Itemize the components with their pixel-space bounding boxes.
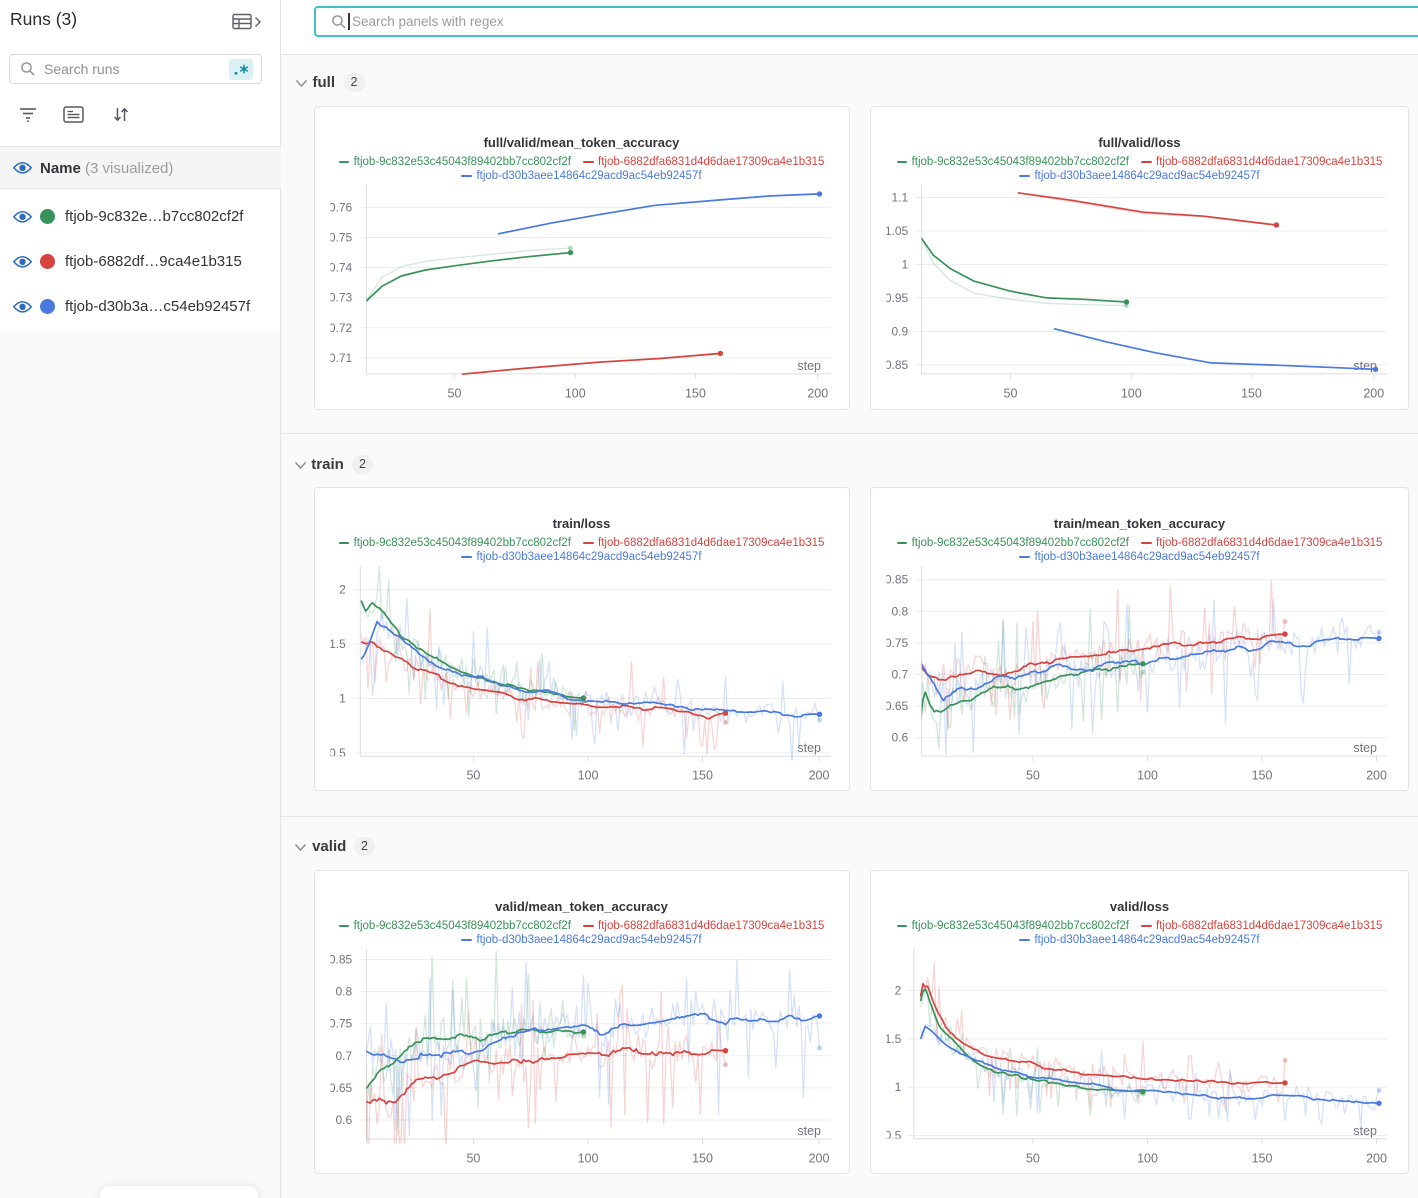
svg-text:50: 50 <box>1004 386 1018 400</box>
svg-text:0.76: 0.76 <box>328 200 352 214</box>
svg-text:100: 100 <box>1137 1151 1158 1165</box>
svg-text:50: 50 <box>466 1152 480 1166</box>
svg-text:2: 2 <box>895 984 902 998</box>
svg-text:step: step <box>1353 741 1377 755</box>
svg-text:0.75: 0.75 <box>328 1017 352 1031</box>
svg-text:100: 100 <box>577 1152 598 1166</box>
svg-text:150: 150 <box>1252 1151 1273 1165</box>
svg-text:0.95: 0.95 <box>885 291 909 305</box>
svg-text:200: 200 <box>1366 1151 1387 1165</box>
svg-text:50: 50 <box>1026 769 1040 783</box>
svg-text:1.5: 1.5 <box>885 1032 902 1046</box>
svg-text:0.75: 0.75 <box>885 636 909 650</box>
svg-text:0.85: 0.85 <box>885 358 909 372</box>
svg-text:100: 100 <box>1137 769 1158 783</box>
svg-text:100: 100 <box>577 769 598 783</box>
svg-text:step: step <box>797 1124 821 1138</box>
svg-text:200: 200 <box>1363 386 1384 400</box>
svg-text:0.9: 0.9 <box>892 324 909 338</box>
svg-text:0.65: 0.65 <box>328 1081 352 1095</box>
svg-text:1.1: 1.1 <box>892 191 909 205</box>
svg-text:0.74: 0.74 <box>328 261 352 275</box>
svg-text:150: 150 <box>1252 769 1273 783</box>
svg-text:0.6: 0.6 <box>335 1113 352 1127</box>
svg-text:1.5: 1.5 <box>329 637 346 651</box>
svg-text:0.8: 0.8 <box>892 604 909 618</box>
svg-text:200: 200 <box>808 1152 829 1166</box>
svg-text:0.85: 0.85 <box>885 573 909 587</box>
svg-text:0.71: 0.71 <box>328 351 352 365</box>
svg-text:0.65: 0.65 <box>885 699 909 713</box>
svg-text:150: 150 <box>692 769 713 783</box>
svg-text:100: 100 <box>1121 386 1142 400</box>
svg-text:50: 50 <box>1026 1151 1040 1165</box>
svg-text:0.7: 0.7 <box>335 1049 352 1063</box>
svg-text:0.72: 0.72 <box>328 321 352 335</box>
svg-text:50: 50 <box>447 386 461 400</box>
svg-text:1: 1 <box>895 1080 902 1094</box>
svg-text:0.6: 0.6 <box>892 731 909 745</box>
svg-text:0.85: 0.85 <box>328 953 352 967</box>
svg-text:150: 150 <box>1241 386 1262 400</box>
svg-text:100: 100 <box>564 386 585 400</box>
svg-text:0.75: 0.75 <box>328 231 352 245</box>
svg-text:200: 200 <box>1366 769 1387 783</box>
svg-text:200: 200 <box>807 386 828 400</box>
svg-text:0.5: 0.5 <box>329 746 346 760</box>
svg-text:150: 150 <box>684 386 705 400</box>
svg-text:0.8: 0.8 <box>335 985 352 999</box>
svg-text:150: 150 <box>692 1152 713 1166</box>
svg-text:1: 1 <box>902 258 909 272</box>
svg-text:step: step <box>797 359 821 373</box>
svg-text:2: 2 <box>339 583 346 597</box>
svg-text:1.05: 1.05 <box>885 224 909 238</box>
svg-text:step: step <box>797 741 821 755</box>
svg-text:1: 1 <box>339 692 346 706</box>
svg-text:step: step <box>1353 1124 1377 1138</box>
svg-text:0.7: 0.7 <box>892 668 909 682</box>
svg-text:200: 200 <box>808 769 829 783</box>
svg-text:0.5: 0.5 <box>885 1129 902 1143</box>
svg-text:50: 50 <box>466 769 480 783</box>
svg-text:0.73: 0.73 <box>328 291 352 305</box>
